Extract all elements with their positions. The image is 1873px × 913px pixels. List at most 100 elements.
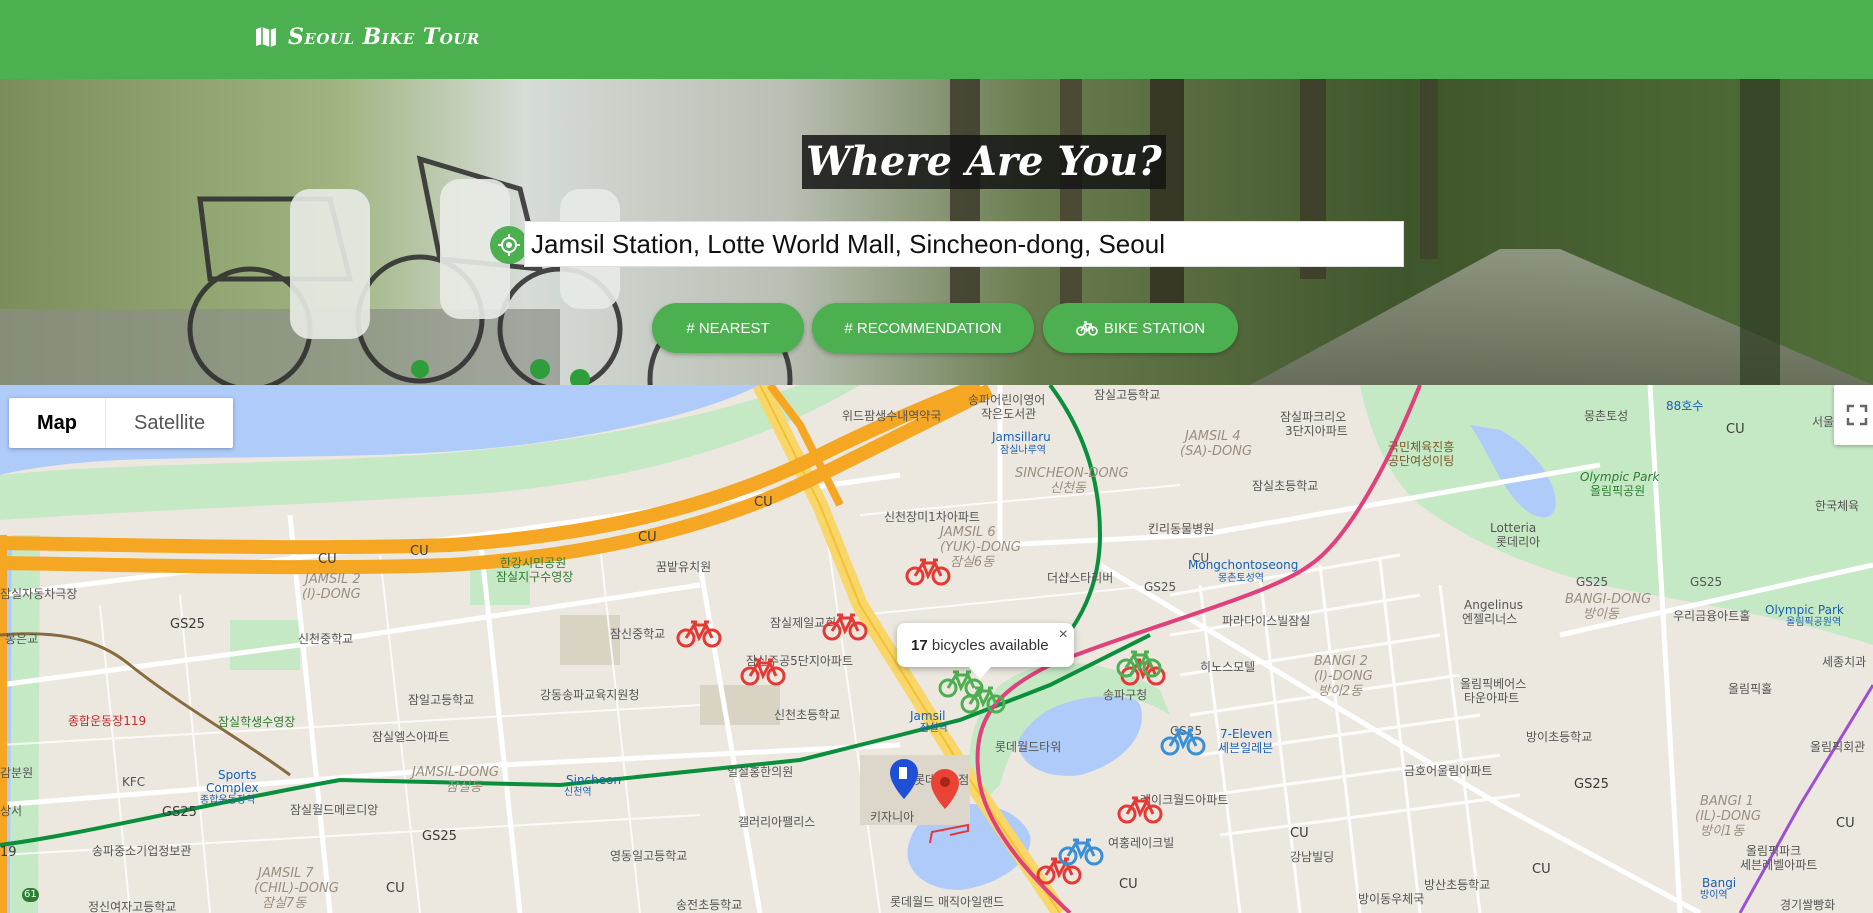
locate-button[interactable] [490, 226, 528, 264]
map-label: 잠실동 [446, 780, 482, 795]
bike-station-marker[interactable] [1160, 725, 1206, 757]
map-label: 방이역 [1700, 890, 1728, 901]
map-label: Mongchontoseong [1188, 558, 1299, 572]
bike-station-marker[interactable] [960, 683, 1006, 715]
route-shield: 61 [22, 888, 39, 902]
bike-station-marker[interactable] [740, 655, 786, 687]
recommendation-button[interactable]: # RECOMMENDATION [812, 303, 1034, 353]
available-bike-label: bicycles available [931, 637, 1049, 654]
bike-station-marker[interactable] [1116, 647, 1162, 679]
map-label: Sincheon [566, 773, 622, 787]
map-label: 일철홍한의원 [727, 765, 794, 779]
map-label: 송파어린이영어 [968, 393, 1046, 407]
bike-station-marker[interactable] [822, 610, 868, 642]
fullscreen-button[interactable] [1834, 385, 1873, 445]
map-label: JAMSIL 4 [1185, 429, 1241, 444]
map-label: GS25 [1576, 575, 1609, 589]
bicycle-icon [1076, 321, 1098, 336]
brand[interactable]: Seoul Bike Tour [254, 22, 480, 52]
map-label: 88호수 [1666, 399, 1704, 413]
map-label: Olympic Park [1765, 603, 1844, 617]
map-label: CU [754, 495, 773, 510]
map-label: 강동송파교육지원청 [540, 688, 640, 702]
map-label: 신천장미1차아파트 [884, 510, 980, 524]
map-label: 종합운동장119 [68, 714, 147, 728]
map-type-map-button[interactable]: Map [9, 398, 106, 448]
map-label: 여홍레이크빌 [1108, 836, 1175, 850]
map-label: Jamsillaru [992, 430, 1051, 444]
map-view[interactable]: 송파어린이영어 작은도서관 잠실고등학교 위드팜생수내역약국 Jamsillar… [0, 385, 1873, 913]
map-label: JAMSIL 2 [305, 572, 361, 587]
map-label: CU [1726, 422, 1745, 437]
map-label: 신천중학교 [298, 632, 354, 646]
bike-station-marker[interactable] [1117, 793, 1163, 825]
recommendation-button-label: # RECOMMENDATION [844, 319, 1002, 337]
map-label: (IL)-DONG [1695, 809, 1761, 824]
map-label: 더샵스타리버 [1047, 571, 1114, 585]
map-label: Bangi [1702, 876, 1737, 890]
map-type-satellite-button[interactable]: Satellite [106, 398, 233, 448]
map-label: BANGI-DONG [1565, 592, 1652, 607]
bike-station-marker[interactable] [905, 555, 951, 587]
map-label: 잠실7동 [262, 896, 307, 911]
map-label: 파라다이스빌잠실 [1222, 614, 1311, 628]
map-label: 롯데리아 [1496, 535, 1541, 549]
map-label: 잠실나루역 [1000, 445, 1046, 456]
map-label: 방이2동 [1318, 684, 1363, 699]
map-label: 상서 [0, 804, 23, 818]
bike-station-button[interactable]: BIKE STATION [1043, 303, 1238, 353]
map-label: 잠실지구수영장 [496, 570, 574, 584]
map-label: GS25 [1574, 777, 1609, 792]
map-label: 세븐일레븐 [1218, 741, 1274, 755]
bike-station-marker[interactable] [1058, 835, 1104, 867]
map-label: JAMSIL-DONG [412, 765, 499, 780]
bike-station-button-label: BIKE STATION [1103, 319, 1206, 337]
map-label: GS25 [1144, 580, 1177, 594]
map-label: 올림픽베어스 [1460, 677, 1527, 691]
map-label: GS25 [422, 829, 457, 844]
map-label: 잠실자동차극장 [0, 587, 78, 601]
map-icon [256, 27, 276, 47]
map-label: (I)-DONG [302, 587, 361, 602]
map-label: 금호어울림아파트 [1404, 764, 1493, 778]
map-label: 우리금융아트홀 [1673, 609, 1751, 623]
close-icon[interactable]: × [1059, 626, 1068, 644]
map-label: CU [1290, 826, 1309, 841]
map-label: 방이동 [1583, 607, 1619, 622]
map-label: 한국체육 [1815, 499, 1860, 513]
nearest-button[interactable]: # NEAREST [652, 303, 804, 353]
map-label: 영동일고등학교 [610, 849, 688, 863]
station-marker[interactable] [889, 758, 919, 800]
location-search-input[interactable] [525, 222, 1391, 266]
map-label: 작은도서관 [981, 407, 1037, 421]
map-label: 세종치과 [1822, 655, 1867, 669]
map-label: GS25 [162, 805, 197, 820]
map-label: 잠실역 [920, 723, 948, 734]
map-label: SINCHEON-DONG [1015, 466, 1129, 481]
map-label: CU [1119, 877, 1138, 892]
map-label: 방산초등학교 [1424, 878, 1491, 892]
map-label: 킨리동물병원 [1148, 522, 1215, 536]
current-location-marker[interactable] [930, 768, 960, 810]
map-label: 세븐레벨아파트 [1740, 858, 1818, 872]
map-label: 감분원 [0, 766, 34, 780]
map-label: 방이동우체국 [1358, 892, 1425, 906]
map-label: GS25 [1690, 575, 1723, 589]
map-label: 잠실엘스아파트 [372, 730, 450, 744]
map-label: 올림픽홀 [1728, 682, 1773, 696]
map-label: 방이초등학교 [1526, 730, 1593, 744]
map-label: 잠신중학교 [610, 627, 666, 641]
map-label: CU [318, 552, 337, 567]
bike-info-window: 17 bicycles available × [897, 623, 1074, 679]
map-label: 히노스모텔 [1200, 660, 1256, 674]
map-label: 송파구청 [1103, 688, 1148, 702]
map-label: BANGI 2 [1314, 654, 1368, 669]
nearest-button-label: # NEAREST [686, 319, 770, 337]
map-label: CU [386, 881, 405, 896]
map-label: 정신여자고등학교 [88, 900, 177, 913]
info-window-text: 17 bicycles available [911, 637, 1049, 654]
map-label: KFC [122, 775, 146, 789]
bike-station-marker[interactable] [676, 617, 722, 649]
map-label: 잠일고등학교 [408, 693, 475, 707]
location-search-box [524, 221, 1404, 267]
